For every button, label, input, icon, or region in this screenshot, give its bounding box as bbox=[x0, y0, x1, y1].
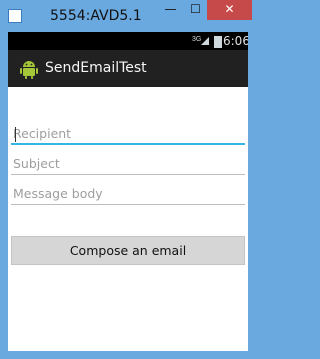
network-type: 3G bbox=[192, 36, 202, 43]
status-time: 6:06 bbox=[223, 34, 248, 48]
app-title: SendEmailTest bbox=[45, 60, 147, 76]
maximize-button[interactable]: ☐ bbox=[183, 0, 208, 20]
android-icon bbox=[20, 61, 38, 79]
recipient-field[interactable] bbox=[11, 123, 245, 145]
action-bar: SendEmailTest bbox=[8, 50, 248, 87]
close-button[interactable]: ✕ bbox=[207, 0, 252, 20]
window-titlebar: 5554:AVD5.1 — ☐ ✕ bbox=[0, 0, 256, 32]
status-bar: 3G 6:06 bbox=[8, 32, 248, 50]
message-body-field[interactable] bbox=[11, 183, 245, 205]
compose-email-button[interactable]: Compose an email bbox=[11, 236, 245, 265]
signal-icon bbox=[201, 37, 209, 45]
window-title: 5554:AVD5.1 bbox=[50, 8, 142, 24]
minimize-button[interactable]: — bbox=[158, 0, 183, 20]
text-cursor bbox=[15, 127, 16, 142]
subject-field[interactable] bbox=[11, 153, 245, 175]
battery-icon bbox=[214, 36, 222, 48]
device-screen: 3G 6:06 SendEmailTest Compose an email bbox=[8, 32, 248, 351]
window-app-icon bbox=[8, 9, 22, 23]
